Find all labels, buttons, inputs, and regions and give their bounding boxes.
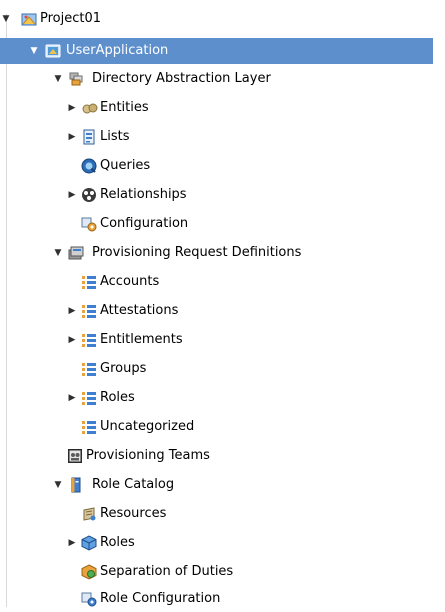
request-list-icon	[81, 419, 97, 435]
tree-item-label: Role Configuration	[100, 591, 221, 606]
tree-item-label: Separation of Duties	[100, 564, 234, 579]
tree-item-separation-of-duties[interactable]: Separation of Duties	[0, 559, 445, 585]
role-configuration-icon	[81, 591, 97, 607]
dal-icon	[68, 71, 84, 87]
collapsed-toggle-icon[interactable]: ▶	[66, 530, 78, 556]
collapsed-toggle-icon[interactable]: ▶	[66, 298, 78, 324]
tree-item-queries[interactable]: Queries	[0, 153, 445, 179]
tree-item-relationships[interactable]: ▶ Relationships	[0, 182, 445, 208]
tree-item-attestations[interactable]: ▶ Attestations	[0, 298, 445, 324]
project-icon	[21, 11, 37, 27]
collapsed-toggle-icon[interactable]: ▶	[66, 327, 78, 353]
tree-item-label: Roles	[100, 390, 135, 405]
lists-icon	[81, 129, 97, 145]
expand-toggle-icon[interactable]: ▼	[28, 38, 40, 64]
collapsed-toggle-icon[interactable]: ▶	[66, 385, 78, 411]
entities-icon	[82, 100, 98, 116]
collapsed-toggle-icon[interactable]: ▶	[66, 182, 78, 208]
tree-item-label: Attestations	[100, 303, 179, 318]
tree-item-configuration[interactable]: Configuration	[0, 211, 445, 237]
tree-item-userapplication[interactable]: ▼ UserApplication	[0, 38, 433, 64]
tree-item-label: Roles	[100, 535, 135, 550]
roles-cube-icon	[81, 535, 97, 551]
request-list-icon	[81, 332, 97, 348]
tree-item-label: Role Catalog	[92, 477, 175, 492]
tree-item-label: Configuration	[100, 216, 189, 231]
tree-item-prd-roles[interactable]: ▶ Roles	[0, 385, 445, 411]
tree-item-accounts[interactable]: Accounts	[0, 269, 445, 295]
tree-item-directory-abstraction-layer[interactable]: ▼ Directory Abstraction Layer	[0, 66, 445, 92]
tree-item-lists[interactable]: ▶ Lists	[0, 124, 445, 150]
tree-item-label: Provisioning Request Definitions	[92, 245, 302, 260]
request-list-icon	[81, 390, 97, 406]
tree-item-entitlements[interactable]: ▶ Entitlements	[0, 327, 445, 353]
expand-toggle-icon[interactable]: ▼	[0, 6, 12, 32]
tree-item-label: Queries	[100, 158, 151, 173]
configuration-icon	[81, 216, 97, 232]
request-list-icon	[81, 361, 97, 377]
tree-item-provisioning-request-definitions[interactable]: ▼ Provisioning Request Definitions	[0, 240, 445, 266]
prd-icon	[68, 245, 84, 261]
tree-item-catalog-roles[interactable]: ▶ Roles	[0, 530, 445, 556]
expand-toggle-icon[interactable]: ▼	[52, 472, 64, 498]
tree-item-entities[interactable]: ▶ Entities	[0, 95, 445, 121]
tree-item-label: Lists	[100, 129, 130, 144]
app-icon	[45, 43, 61, 59]
tree-item-label: Entitlements	[100, 332, 183, 347]
role-catalog-icon	[68, 477, 84, 493]
tree-item-label: Accounts	[100, 274, 160, 289]
request-list-icon	[81, 274, 97, 290]
tree-item-role-configuration[interactable]: Role Configuration	[0, 586, 445, 612]
tree-item-provisioning-teams[interactable]: Provisioning Teams	[0, 443, 445, 469]
tree-item-label: Uncategorized	[100, 419, 195, 434]
tree-item-label: Project01	[40, 11, 102, 26]
tree-item-label: Groups	[100, 361, 147, 376]
expand-toggle-icon[interactable]: ▼	[52, 240, 64, 266]
tree-item-uncategorized[interactable]: Uncategorized	[0, 414, 445, 440]
tree-item-label: Entities	[100, 100, 149, 115]
collapsed-toggle-icon[interactable]: ▶	[66, 95, 78, 121]
expand-toggle-icon[interactable]: ▼	[52, 66, 64, 92]
provisioning-teams-icon	[67, 448, 83, 464]
tree-item-project01[interactable]: ▼ Project01	[0, 6, 445, 32]
resources-icon	[81, 506, 97, 522]
queries-icon	[81, 158, 97, 174]
tree-item-label: Relationships	[100, 187, 187, 202]
relationships-icon	[81, 187, 97, 203]
tree-item-role-catalog[interactable]: ▼ Role Catalog	[0, 472, 445, 498]
separation-of-duties-icon	[81, 564, 97, 580]
tree-item-groups[interactable]: Groups	[0, 356, 445, 382]
tree-item-label: UserApplication	[66, 43, 169, 58]
tree-item-label: Directory Abstraction Layer	[92, 71, 271, 86]
tree-item-label: Provisioning Teams	[86, 448, 210, 463]
collapsed-toggle-icon[interactable]: ▶	[66, 124, 78, 150]
tree-item-resources[interactable]: Resources	[0, 501, 445, 527]
project-tree: ▼ Project01 ▼ UserApplication ▼ Director…	[0, 0, 445, 607]
request-list-icon	[81, 303, 97, 319]
tree-item-label: Resources	[100, 506, 167, 521]
